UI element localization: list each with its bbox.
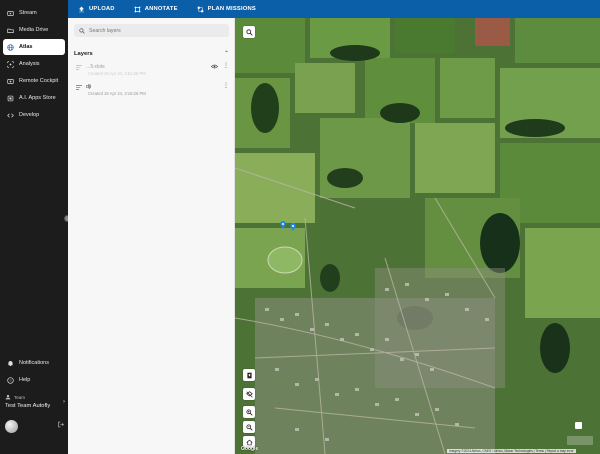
annotate-label: ANNOTATE (144, 6, 178, 12)
avatar[interactable] (5, 420, 18, 433)
sidebar-item-notifications[interactable]: Notifications (3, 355, 65, 371)
sidebar-item-label: Notifications (19, 360, 49, 366)
plan-missions-label: PLAN MISSIONS (207, 6, 256, 12)
sidebar-item-stream[interactable]: Stream (3, 5, 65, 21)
search-box[interactable] (74, 24, 229, 37)
layer-name: dji (86, 84, 92, 90)
upload-label: UPLOAD (89, 6, 115, 12)
sidebar-item-label: Atlas (19, 44, 33, 50)
annotate-icon (134, 6, 140, 12)
hide-layer-button[interactable] (243, 388, 255, 400)
globe-icon (7, 43, 14, 51)
zoom-out-button[interactable] (243, 421, 255, 433)
layer-name: ...5-dots (86, 64, 105, 70)
draw-polygon-button[interactable] (243, 369, 255, 381)
logout-icon[interactable] (58, 421, 64, 428)
help-icon: ? (7, 376, 14, 384)
annotate-button[interactable]: ANNOTATE (134, 6, 178, 13)
map-view[interactable]: Google Imagery ©2024 Airbus, CNES / Airb… (235, 18, 600, 454)
sidebar-item-help[interactable]: ? Help (3, 372, 65, 388)
zoom-in-button[interactable] (243, 406, 255, 418)
satellite-imagery (235, 18, 600, 454)
zoom-out-icon (245, 423, 253, 431)
route-icon (197, 6, 203, 12)
map-scale (567, 436, 593, 445)
chevron-right-icon: › (63, 399, 65, 405)
chevron-up-icon[interactable]: ⌃ (224, 50, 229, 57)
top-toolbar: UPLOAD ANNOTATE PLAN MISSIONS (68, 0, 600, 18)
sidebar-item-label: A.I. Apps Store (19, 95, 56, 101)
layers-header[interactable]: Layers ⌃ (74, 50, 229, 58)
svg-text:?: ? (9, 378, 11, 382)
sidebar-item-label: Help (19, 377, 31, 383)
layers-panel: Layers ⌃ ...5-dots Created 16 Apr 24, 2:… (68, 18, 235, 454)
more-options-icon[interactable]: ⋮ (223, 63, 229, 69)
sidebar-item-ai-apps-store[interactable]: A.I. Apps Store (3, 90, 65, 106)
home-icon (245, 439, 253, 445)
cockpit-icon (7, 78, 14, 84)
layer-date: Created 16 Apr 24, 2:51:26 PM (88, 71, 146, 76)
bell-icon (8, 360, 13, 366)
sidebar-item-label: Media Drive (19, 27, 49, 33)
sidebar-item-media-drive[interactable]: Media Drive (3, 22, 65, 38)
sidebar-item-remote-cockpit[interactable]: Remote Cockpit (3, 73, 65, 89)
search-icon (245, 28, 253, 36)
map-attribution[interactable]: Imagery ©2024 Airbus, CNES / Airbus, Max… (447, 449, 576, 453)
layers-off-icon (245, 390, 253, 398)
eye-icon[interactable] (211, 64, 218, 69)
sidebar: Stream Media Drive Atlas Analysis Remote… (0, 0, 71, 454)
sidebar-item-label: Remote Cockpit (19, 78, 59, 84)
sidebar-item-analysis[interactable]: Analysis (3, 56, 65, 72)
team-name: Test Team Autofly (5, 403, 51, 409)
stream-icon (7, 10, 14, 16)
sidebar-item-label: Analysis (19, 61, 40, 67)
layer-item[interactable]: dji Created 16 Apr 24, 3:16:26 PM ⋮ (76, 83, 229, 96)
sidebar-item-atlas[interactable]: Atlas (3, 39, 65, 55)
zoom-in-icon (245, 408, 253, 416)
team-switcher[interactable]: Team Test Team Autofly › (5, 394, 65, 410)
sidebar-item-label: Stream (19, 10, 37, 16)
sidebar-item-label: Develop (19, 112, 40, 118)
sidebar-nav: Stream Media Drive Atlas Analysis Remote… (0, 0, 68, 123)
sidebar-bottom: Notifications ? Help (0, 354, 68, 389)
team-icon (5, 394, 11, 400)
code-icon (7, 113, 14, 117)
google-logo: Google (241, 446, 259, 452)
fullscreen-icon[interactable] (575, 422, 582, 429)
apps-icon (7, 95, 14, 101)
location-pin-icon[interactable] (280, 221, 286, 229)
team-label: Team (14, 394, 26, 400)
more-options-icon[interactable]: ⋮ (223, 83, 229, 89)
folder-icon (7, 28, 14, 33)
location-pin-icon[interactable] (290, 223, 296, 231)
upload-button[interactable]: UPLOAD (78, 5, 115, 13)
layer-date: Created 16 Apr 24, 3:16:26 PM (88, 91, 146, 96)
plan-missions-button[interactable]: PLAN MISSIONS (197, 6, 256, 13)
layers-title: Layers (74, 50, 93, 57)
sidebar-item-develop[interactable]: Develop (3, 107, 65, 123)
search-input[interactable] (89, 27, 219, 34)
map-marker-icon (246, 372, 252, 378)
upload-icon (78, 5, 85, 12)
map-search-button[interactable] (243, 26, 255, 38)
analysis-icon (7, 60, 14, 68)
layer-list-icon (76, 84, 82, 90)
search-icon (79, 27, 85, 34)
layer-item[interactable]: ...5-dots Created 16 Apr 24, 2:51:26 PM … (76, 63, 229, 76)
layer-list-icon (76, 64, 82, 70)
